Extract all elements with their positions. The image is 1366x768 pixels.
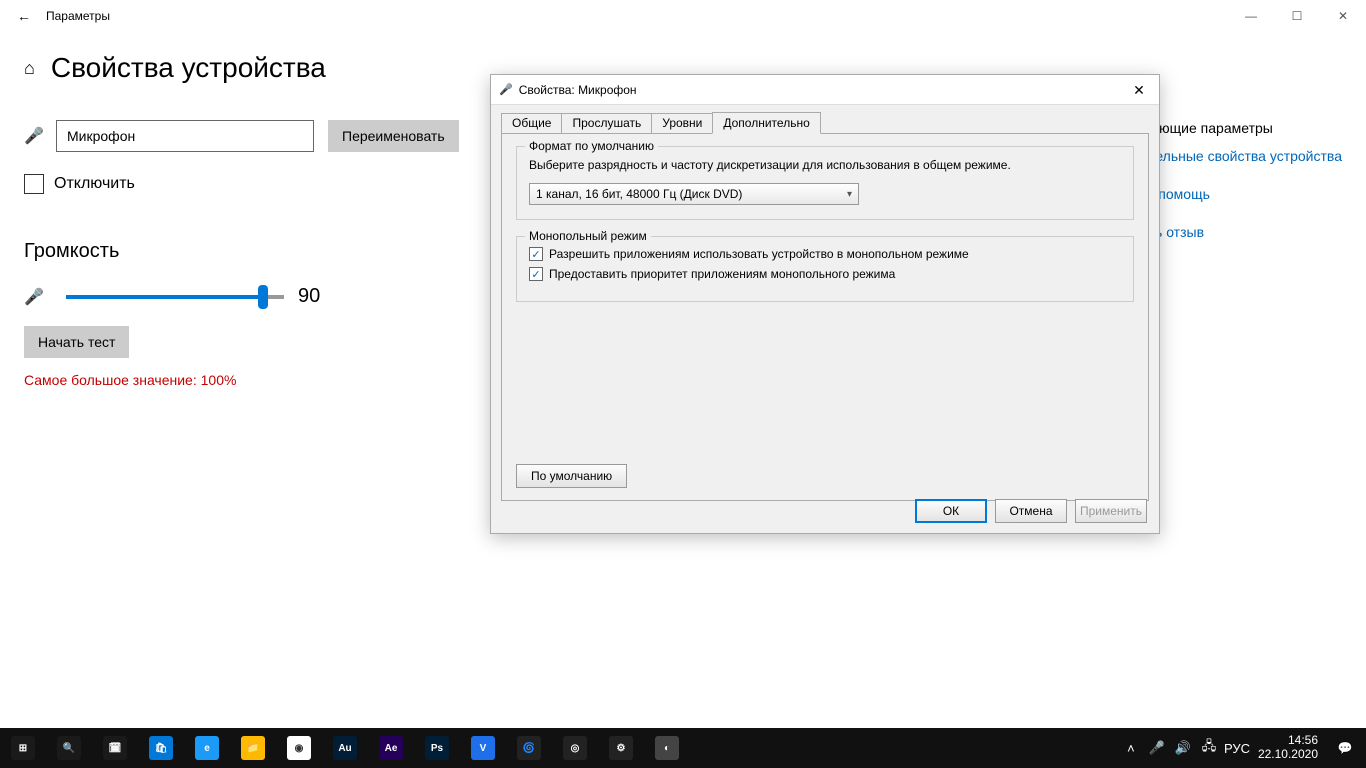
taskbar: ⊞ 🔍 🗓 🛍 e 📁 ◉ Au Ae Ps V 🌀 ◎ ⚙ ◐ ˄ 🎤 🔊 🖧 РУС 14:56 22.… — [0, 728, 1366, 768]
disable-label: Отключить — [54, 175, 135, 193]
exclusive-allow-row[interactable]: ✓ Разрешить приложениям использовать уст… — [529, 247, 1121, 261]
app-icon: 🗓 — [103, 736, 127, 760]
system-tray: ˄ 🎤 🔊 🖧 РУС 14:56 22.10.2020 💬 — [1120, 734, 1366, 762]
tab-strip: Общие Прослушать Уровни Дополнительно — [501, 111, 1149, 133]
chevron-down-icon: ▾ — [847, 189, 852, 200]
back-icon[interactable]: ← — [8, 8, 40, 24]
action-center-icon[interactable]: 💬 — [1330, 741, 1360, 755]
default-format-group: Формат по умолчанию Выберите разрядность… — [516, 146, 1134, 220]
disable-row[interactable]: Отключить — [24, 174, 494, 194]
tab-general[interactable]: Общие — [501, 113, 562, 135]
taskbar-apps: ⊞ 🔍 🗓 🛍 e 📁 ◉ Au Ae Ps V 🌀 ◎ ⚙ ◐ — [0, 728, 690, 768]
format-combobox[interactable]: 1 канал, 16 бит, 48000 Гц (Диск DVD) ▾ — [529, 183, 859, 205]
taskbar-app[interactable]: Au — [322, 728, 368, 768]
close-button[interactable]: ✕ — [1320, 0, 1366, 32]
tray-language[interactable]: РУС — [1224, 741, 1246, 756]
volume-value: 90 — [298, 285, 320, 308]
volume-slider[interactable] — [66, 295, 262, 299]
tab-levels[interactable]: Уровни — [651, 113, 713, 135]
taskbar-app[interactable]: e — [184, 728, 230, 768]
app-icon: ◐ — [655, 736, 679, 760]
app-icon: ◉ — [287, 736, 311, 760]
tray-microphone-icon[interactable]: 🎤 — [1146, 740, 1168, 756]
dialog-title: Свойства: Микрофон — [519, 83, 637, 97]
taskbar-app[interactable]: 📁 — [230, 728, 276, 768]
app-icon: ⚙ — [609, 736, 633, 760]
dialog-close-button[interactable]: ✕ — [1119, 75, 1159, 105]
home-icon[interactable]: ⌂ — [24, 58, 35, 79]
settings-titlebar: ← Параметры — [0, 0, 1366, 32]
restore-defaults-button[interactable]: По умолчанию — [516, 464, 627, 488]
dialog-titlebar[interactable]: 🎤 Свойства: Микрофон ✕ — [491, 75, 1159, 105]
checkbox-label: Предоставить приоритет приложениям моноп… — [549, 267, 895, 281]
taskbar-app[interactable]: 🔍 — [46, 728, 92, 768]
microphone-icon: 🎤 — [499, 83, 513, 96]
ok-button[interactable]: ОК — [915, 499, 987, 523]
combo-value: 1 канал, 16 бит, 48000 Гц (Диск DVD) — [536, 187, 742, 201]
taskbar-app[interactable]: 🛍 — [138, 728, 184, 768]
microphone-properties-dialog: 🎤 Свойства: Микрофон ✕ Общие Прослушать … — [490, 74, 1160, 534]
maximize-button[interactable]: ☐ — [1274, 0, 1320, 32]
dialog-body: Общие Прослушать Уровни Дополнительно Фо… — [491, 105, 1159, 501]
taskbar-app[interactable]: 🌀 — [506, 728, 552, 768]
app-icon: 🌀 — [517, 736, 541, 760]
checkbox-exclusive-priority[interactable]: ✓ — [529, 267, 543, 281]
app-icon: 📁 — [241, 736, 265, 760]
apply-button: Применить — [1075, 499, 1147, 523]
cancel-button[interactable]: Отмена — [995, 499, 1067, 523]
device-name-row: 🎤 Переименовать — [24, 120, 494, 152]
disable-checkbox[interactable] — [24, 174, 44, 194]
page-header: ⌂ Свойства устройства — [24, 52, 494, 84]
taskbar-app[interactable]: ◎ — [552, 728, 598, 768]
page-title: Свойства устройства — [51, 52, 326, 84]
app-icon: 🛍 — [149, 736, 173, 760]
taskbar-app[interactable]: ◉ — [276, 728, 322, 768]
volume-heading: Громкость — [24, 240, 494, 263]
group-legend: Формат по умолчанию — [525, 139, 658, 153]
rename-button[interactable]: Переименовать — [328, 120, 459, 152]
checkbox-label: Разрешить приложениям использовать устро… — [549, 247, 969, 261]
tray-time: 14:56 — [1258, 734, 1318, 748]
group-legend: Монопольный режим — [525, 229, 651, 243]
start-test-button[interactable]: Начать тест — [24, 326, 129, 358]
minimize-button[interactable]: — — [1228, 0, 1274, 32]
tab-listen[interactable]: Прослушать — [561, 113, 652, 135]
tray-clock[interactable]: 14:56 22.10.2020 — [1250, 734, 1326, 762]
app-icon: Ps — [425, 736, 449, 760]
group-description: Выберите разрядность и частоту дискретиз… — [529, 157, 1121, 173]
tray-volume-icon[interactable]: 🔊 — [1172, 740, 1194, 756]
taskbar-app[interactable]: Ae — [368, 728, 414, 768]
taskbar-app[interactable]: ◐ — [644, 728, 690, 768]
app-icon: Au — [333, 736, 357, 760]
taskbar-app[interactable]: V — [460, 728, 506, 768]
app-icon: V — [471, 736, 495, 760]
exclusive-mode-group: Монопольный режим ✓ Разрешить приложения… — [516, 236, 1134, 302]
taskbar-app[interactable]: ⊞ — [0, 728, 46, 768]
taskbar-app[interactable]: 🗓 — [92, 728, 138, 768]
app-icon: 🔍 — [57, 736, 81, 760]
volume-row: 🎤 90 — [24, 285, 494, 308]
settings-left-col: ⌂ Свойства устройства 🎤 Переименовать От… — [24, 52, 494, 388]
dialog-footer: ОК Отмена Применить — [915, 499, 1147, 523]
slider-thumb[interactable] — [258, 285, 268, 309]
checkbox-allow-exclusive[interactable]: ✓ — [529, 247, 543, 261]
window-controls: — ☐ ✕ — [1228, 0, 1366, 32]
tray-date: 22.10.2020 — [1258, 748, 1318, 762]
microphone-icon: 🎤 — [24, 126, 42, 146]
app-icon: ◎ — [563, 736, 587, 760]
microphone-icon: 🎤 — [24, 287, 42, 307]
settings-title: Параметры — [46, 9, 110, 23]
exclusive-priority-row[interactable]: ✓ Предоставить приоритет приложениям мон… — [529, 267, 1121, 281]
max-value-status: Самое большое значение: 100% — [24, 372, 494, 388]
tab-panel-advanced: Формат по умолчанию Выберите разрядность… — [501, 133, 1149, 501]
tab-advanced[interactable]: Дополнительно — [712, 112, 820, 134]
app-icon: e — [195, 736, 219, 760]
taskbar-app[interactable]: ⚙ — [598, 728, 644, 768]
app-icon: ⊞ — [11, 736, 35, 760]
app-icon: Ae — [379, 736, 403, 760]
taskbar-app[interactable]: Ps — [414, 728, 460, 768]
tray-chevron-icon[interactable]: ˄ — [1120, 741, 1142, 756]
device-name-input[interactable] — [56, 120, 314, 152]
tray-network-icon[interactable]: 🖧 — [1198, 737, 1220, 759]
